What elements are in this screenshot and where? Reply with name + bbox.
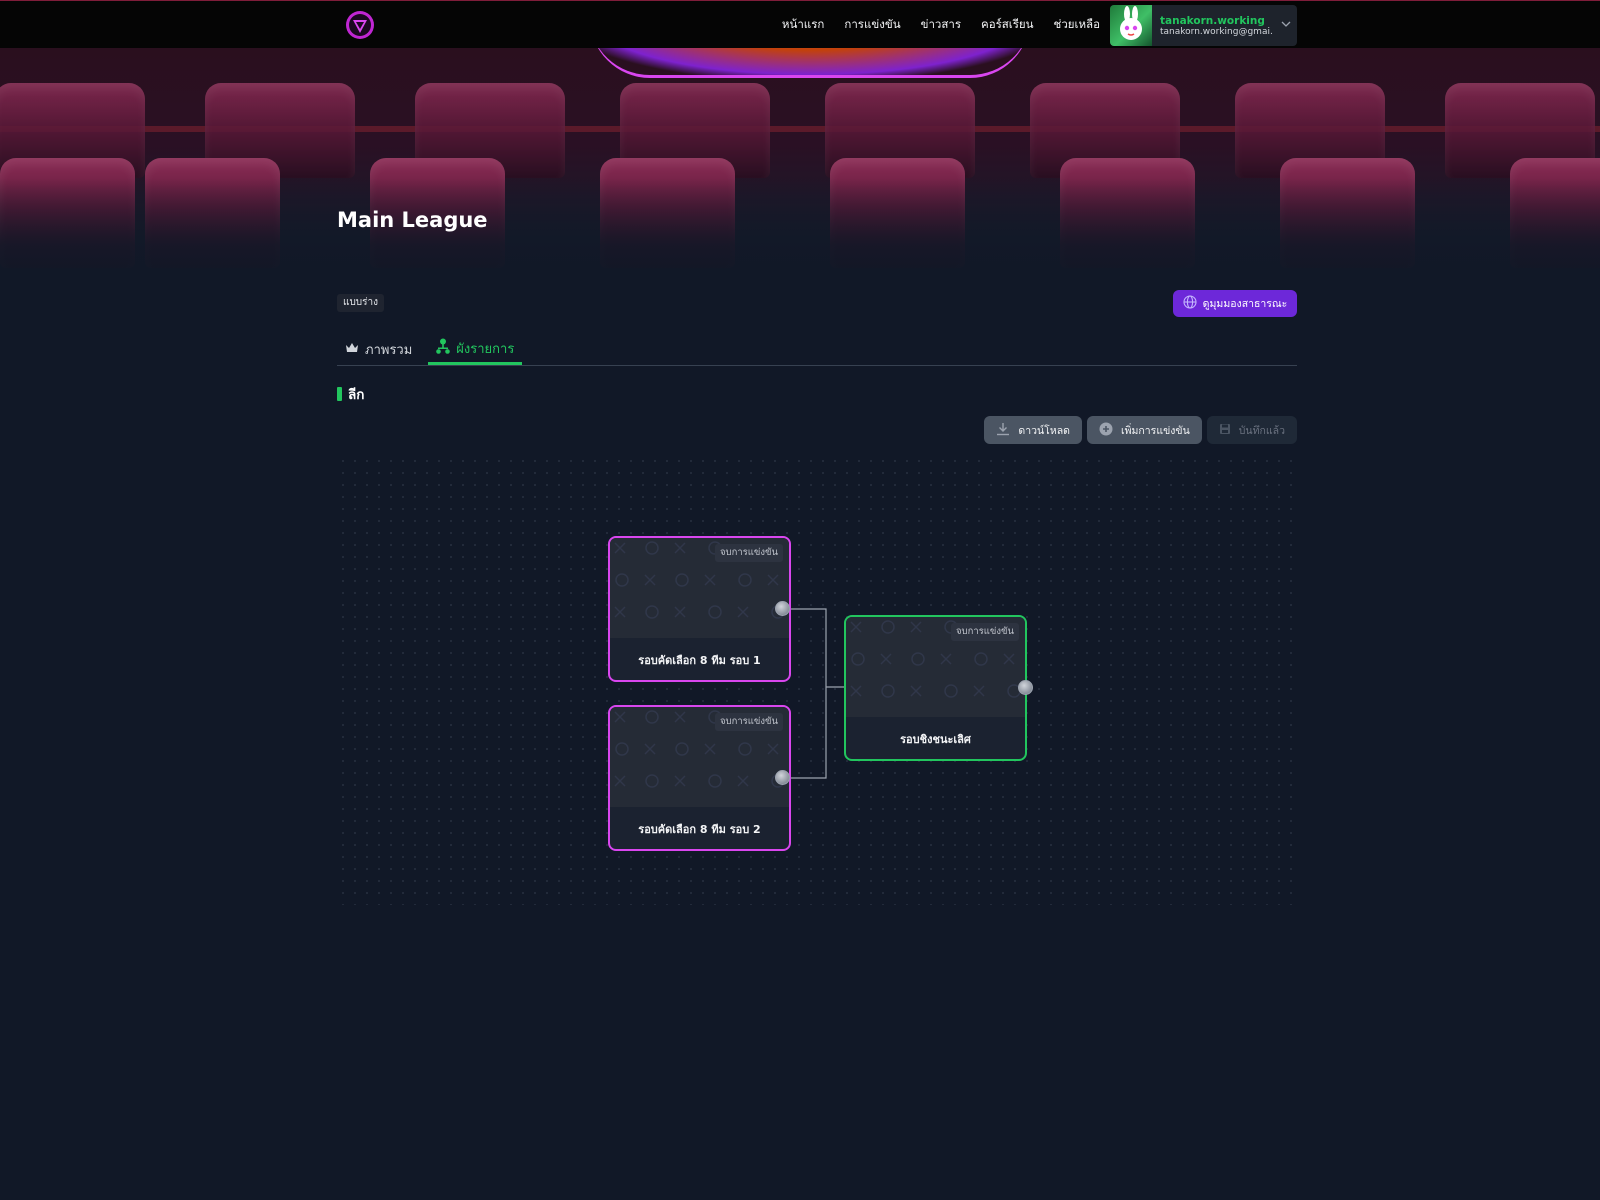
download-label: ดาวน์โหลด bbox=[1018, 424, 1070, 437]
node-output-handle[interactable] bbox=[775, 770, 790, 785]
user-email: tanakorn.working@gmai... bbox=[1160, 26, 1272, 37]
bracket-node-final[interactable]: จบการแข่งขัน รอบชิงชนะเลิศ bbox=[844, 615, 1027, 761]
node-label: รอบคัดเลือก 8 ทีม รอบ 1 bbox=[638, 654, 761, 667]
avatar bbox=[1110, 5, 1152, 46]
bracket-connectors bbox=[783, 608, 844, 779]
bracket-node-qualifier-1[interactable]: จบการแข่งขัน รอบคัดเลือก 8 ทีม รอบ 1 bbox=[608, 536, 791, 682]
chevron-down-icon[interactable] bbox=[1275, 19, 1297, 32]
section-marker bbox=[337, 387, 342, 401]
crown-icon bbox=[345, 342, 359, 358]
node-output-handle[interactable] bbox=[1018, 680, 1033, 695]
user-name: tanakorn.working bbox=[1160, 14, 1265, 27]
status-badge: แบบร่าง bbox=[337, 294, 385, 312]
bracket-canvas[interactable]: จบการแข่งขัน รอบคัดเลือก 8 ทีม รอบ 1 จบก… bbox=[337, 455, 1297, 905]
globe-icon bbox=[1183, 295, 1197, 312]
nav-link-home[interactable]: หน้าแรก bbox=[782, 16, 824, 34]
nav-link-courses[interactable]: คอร์สเรียน bbox=[981, 16, 1034, 34]
section-title: ลีก bbox=[348, 387, 365, 403]
section-heading: ลีก bbox=[337, 383, 364, 405]
main-nav: หน้าแรก การแข่งขัน ข่าวสาร คอร์สเรียน ช่… bbox=[782, 1, 1100, 49]
add-match-button[interactable]: เพิ่มการแข่งขัน bbox=[1087, 416, 1202, 444]
tab-bracket[interactable]: ผังรายการ bbox=[428, 334, 523, 365]
nav-link-competitions[interactable]: การแข่งขัน bbox=[844, 16, 900, 34]
node-status-badge: จบการแข่งขัน bbox=[714, 544, 783, 562]
brand-logo-icon[interactable] bbox=[344, 9, 376, 41]
download-button[interactable]: ดาวน์โหลด bbox=[984, 416, 1082, 444]
hero-stage-glow bbox=[590, 48, 1030, 78]
tab-overview[interactable]: ภาพรวม bbox=[337, 334, 420, 365]
tab-overview-label: ภาพรวม bbox=[365, 343, 413, 358]
tab-bar: ภาพรวม ผังรายการ bbox=[337, 334, 1297, 366]
page-title: Main League bbox=[337, 208, 488, 232]
add-match-label: เพิ่มการแข่งขัน bbox=[1121, 424, 1190, 437]
user-menu[interactable]: tanakorn.working tanakorn.working@gmai..… bbox=[1110, 5, 1297, 46]
node-status-badge: จบการแข่งขัน bbox=[714, 713, 783, 731]
hero-banner bbox=[0, 48, 1600, 290]
node-status-badge: จบการแข่งขัน bbox=[950, 623, 1019, 641]
saved-label: บันทึกแล้ว bbox=[1238, 424, 1285, 437]
nav-link-help[interactable]: ช่วยเหลือ bbox=[1054, 16, 1100, 34]
top-navbar: หน้าแรก การแข่งขัน ข่าวสาร คอร์สเรียน ช่… bbox=[0, 0, 1600, 48]
plus-circle-icon bbox=[1099, 422, 1113, 439]
node-label: รอบชิงชนะเลิศ bbox=[900, 733, 971, 746]
hero-fade bbox=[0, 178, 1600, 290]
nav-link-news[interactable]: ข่าวสาร bbox=[921, 16, 961, 34]
bracket-node-qualifier-2[interactable]: จบการแข่งขัน รอบคัดเลือก 8 ทีม รอบ 2 bbox=[608, 705, 791, 851]
download-icon bbox=[996, 422, 1010, 439]
saved-button[interactable]: บันทึกแล้ว bbox=[1206, 416, 1297, 444]
org-chart-icon bbox=[436, 338, 451, 358]
public-view-button[interactable]: ดูมุมมองสาธารณะ bbox=[1173, 290, 1297, 317]
tab-bracket-label: ผังรายการ bbox=[456, 341, 515, 357]
node-output-handle[interactable] bbox=[775, 601, 790, 616]
node-label: รอบคัดเลือก 8 ทีม รอบ 2 bbox=[638, 823, 761, 836]
save-icon bbox=[1219, 423, 1231, 438]
public-view-label: ดูมุมมองสาธารณะ bbox=[1202, 298, 1288, 310]
bracket-toolbar: ดาวน์โหลด เพิ่มการแข่งขัน บันทึกแล้ว bbox=[984, 416, 1297, 444]
